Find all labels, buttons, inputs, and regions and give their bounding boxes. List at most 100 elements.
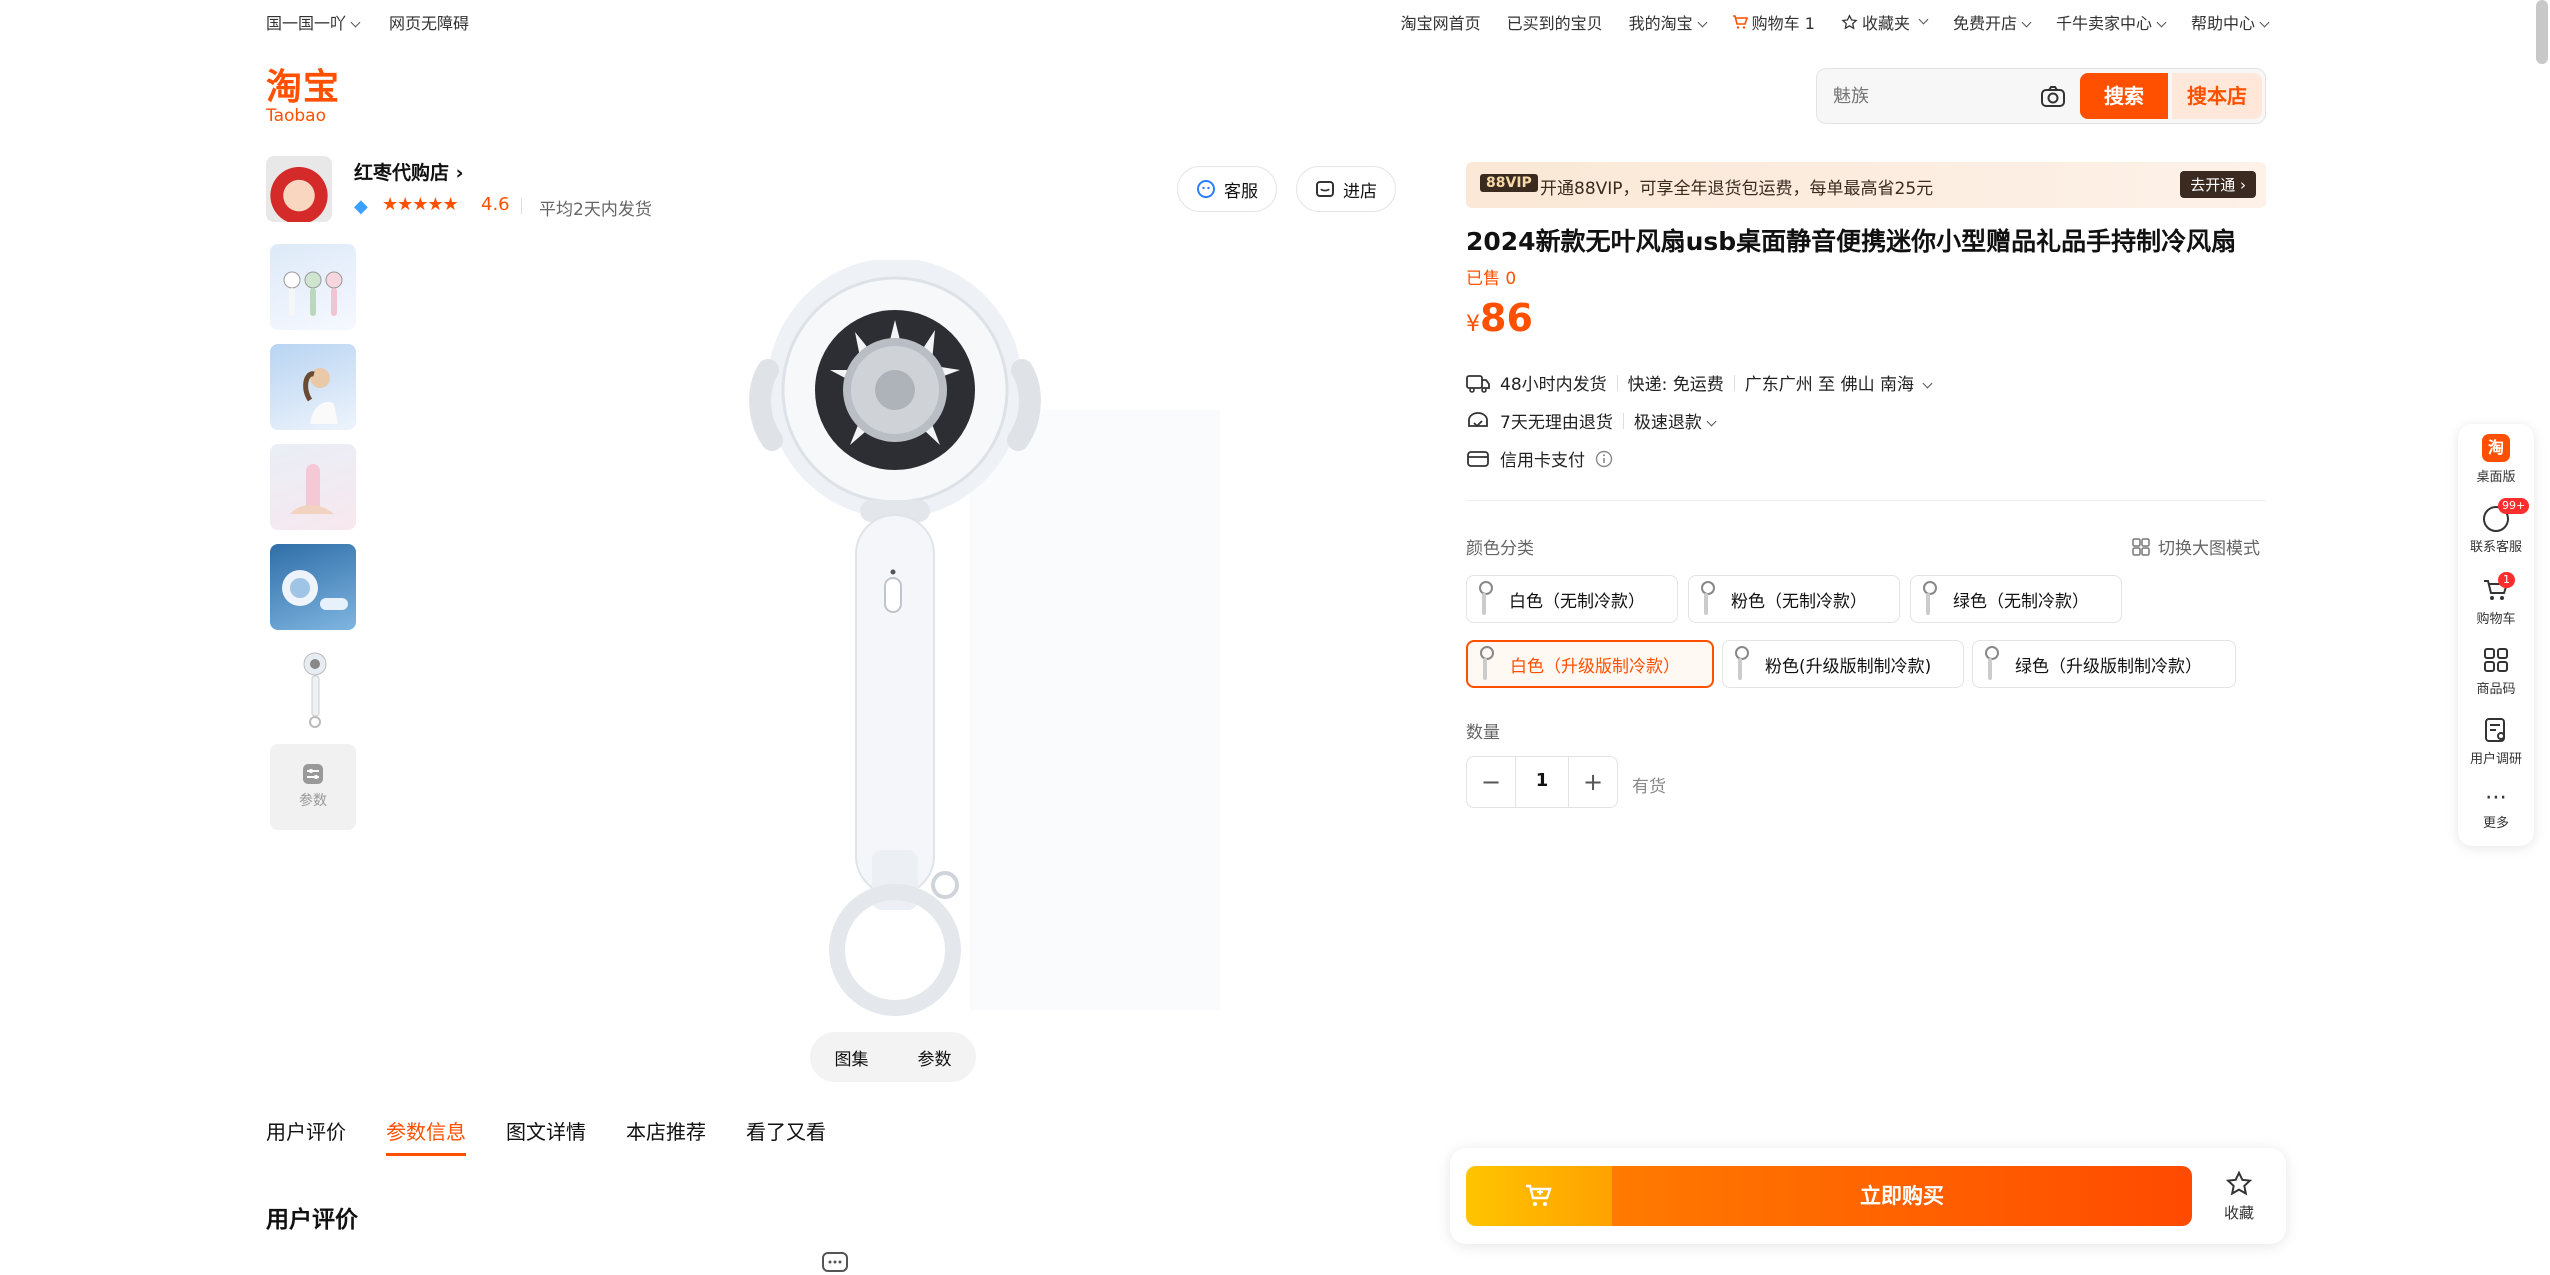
delivery-row: 48小时内发货 快递: 免运费 广东广州 至 佛山 南海 [1466, 370, 1933, 395]
info-icon[interactable] [1595, 450, 1613, 468]
sku-option[interactable]: 粉色（无制冷款） [1688, 575, 1900, 623]
desktop-version-button[interactable]: 淘 桌面版 [2458, 434, 2534, 485]
diamond-icon: ◆ [354, 196, 368, 217]
buy-bar: 立即购买 收藏 [1450, 1148, 2286, 1244]
quantity-stepper: − 1 + [1466, 756, 1618, 808]
params-thumbnail[interactable]: 参数 [270, 744, 356, 830]
product-thumb-icon [1733, 646, 1749, 682]
switch-large-image-mode[interactable]: 切换大图模式 [2132, 534, 2260, 559]
returns-row: 7天无理由退货 极速退款 [1466, 408, 1717, 433]
thumbnail-image[interactable] [270, 644, 356, 730]
bought-link[interactable]: 已买到的宝贝 [1507, 10, 1603, 34]
customer-service-button[interactable]: 客服 [1177, 166, 1277, 212]
help-menu[interactable]: 帮助中心 [2191, 10, 2270, 34]
model-illustration [303, 368, 338, 424]
service-badge: 99+ [2498, 498, 2530, 514]
product-thumb-icon [1478, 646, 1494, 682]
tab-params-info[interactable]: 参数信息 [386, 1116, 466, 1156]
chevron-down-icon [2021, 17, 2032, 28]
product-thumb-icon [1921, 581, 1937, 617]
credit-card-icon [1467, 450, 1489, 467]
open-shop-menu[interactable]: 免费开店 [1953, 10, 2032, 34]
thumbnail-image[interactable] [270, 244, 356, 330]
accessibility-link[interactable]: 网页无障碍 [389, 10, 469, 34]
favorites-menu[interactable]: 收藏夹 [1841, 10, 1929, 34]
enter-shop-button[interactable]: 进店 [1296, 166, 1396, 212]
thumbnail-image[interactable] [270, 344, 356, 430]
quantity-value[interactable]: 1 [1515, 756, 1569, 808]
section-title: 用户评价 [266, 1207, 358, 1233]
price: ¥86 [1466, 296, 1533, 340]
sku-option-selected[interactable]: 白色（升级版制冷款） [1466, 640, 1714, 688]
ship-route-selector[interactable]: 广东广州 至 佛山 南海 [1745, 370, 1933, 395]
chevron-down-icon [2156, 17, 2167, 28]
detail-tabs: 用户评价 参数信息 图文详情 本店推荐 看了又看 [266, 1116, 826, 1156]
chevron-right-icon: › [455, 162, 464, 184]
taobao-logo[interactable]: 淘宝 Taobao [266, 68, 348, 125]
shop-avatar[interactable] [266, 156, 332, 222]
main-product-image[interactable] [660, 258, 1280, 1020]
refund-selector[interactable]: 极速退款 [1634, 408, 1717, 433]
shop-icon [1316, 181, 1334, 197]
chevron-down-icon [1697, 17, 1708, 28]
vip-banner[interactable]: 88VIP 开通88VIP，可享全年退货包运费，每单最高省25元 去开通 › [1466, 162, 2266, 208]
search-button[interactable]: 搜索 [2080, 73, 2168, 119]
truck-icon [1466, 374, 1490, 393]
comment-icon[interactable] [822, 1252, 848, 1274]
shop-name[interactable]: 红枣代购店 › [354, 158, 463, 185]
more-button[interactable]: ⋯ 更多 [2458, 785, 2534, 832]
cart-icon [1526, 1184, 1552, 1206]
chevron-down-icon [1922, 378, 1933, 389]
product-thumb-icon [1983, 646, 1999, 682]
vip-open-button[interactable]: 去开通 › [2180, 171, 2256, 198]
params-icon [303, 764, 323, 784]
color-label: 颜色分类 [1466, 539, 1534, 559]
tab-details[interactable]: 图文详情 [506, 1116, 586, 1156]
my-taobao-menu[interactable]: 我的淘宝 [1629, 10, 1708, 34]
buy-now-button[interactable]: 立即购买 [1612, 1166, 2192, 1226]
divider [1622, 412, 1624, 429]
tab-shop-recommend[interactable]: 本店推荐 [626, 1116, 706, 1156]
search-shop-button[interactable]: 搜本店 [2172, 73, 2262, 119]
region-selector[interactable]: 国一国一吖 [266, 10, 361, 34]
sku-option[interactable]: 粉色(升级版制制冷款) [1722, 640, 1964, 688]
product-code-button[interactable]: 商品码 [2458, 646, 2534, 697]
sku-option[interactable]: 绿色（无制冷款） [1910, 575, 2122, 623]
right-sidebar: 淘 桌面版 99+ 联系客服 1 购物车 商品码 用户调研 ⋯ 更多 [2458, 424, 2534, 846]
cart-link[interactable]: 购物车 1 [1732, 10, 1815, 34]
home-link[interactable]: 淘宝网首页 [1401, 10, 1481, 34]
tab-reviews[interactable]: 用户评价 [266, 1116, 346, 1156]
star-icon [2225, 1170, 2253, 1196]
contact-service-button[interactable]: 99+ 联系客服 [2458, 498, 2534, 555]
cart-badge: 1 [2498, 572, 2515, 588]
thumbnail-list: 参数 [270, 244, 356, 844]
chevron-down-icon [2259, 17, 2270, 28]
sku-option[interactable]: 白色（无制冷款） [1466, 575, 1678, 623]
thumbnail-image[interactable] [270, 544, 356, 630]
shop-rating: 4.6 [481, 194, 510, 215]
vip-badge: 88VIP [1480, 174, 1538, 192]
thumbnail-image[interactable] [270, 444, 356, 530]
chevron-down-icon [1918, 14, 1929, 24]
tab-params[interactable]: 参数 [918, 1045, 952, 1070]
sold-count: 已售 0 [1466, 269, 1517, 289]
seller-center-menu[interactable]: 千牛卖家中心 [2056, 10, 2167, 34]
user-survey-button[interactable]: 用户调研 [2458, 716, 2534, 767]
sidebar-cart-button[interactable]: 1 购物车 [2458, 572, 2534, 627]
favorite-button[interactable]: 收藏 [2210, 1170, 2268, 1223]
search-box: 搜索 搜本店 [1816, 68, 2266, 124]
search-input[interactable] [1833, 81, 2013, 111]
tab-album[interactable]: 图集 [835, 1045, 869, 1070]
shop-info: 红枣代购店 › ◆ ★★★★★ 4.6 平均2天内发货 [266, 156, 686, 224]
service-icon [1197, 180, 1215, 198]
plus-button[interactable]: + [1569, 768, 1617, 796]
camera-icon[interactable] [2039, 83, 2067, 111]
stock-status: 有货 [1632, 777, 1666, 797]
more-icon: ⋯ [2485, 785, 2507, 810]
sku-option[interactable]: 绿色（升级版制制冷款） [1972, 640, 2236, 688]
minus-button[interactable]: − [1467, 768, 1515, 796]
page-scrollbar[interactable] [2536, 0, 2548, 64]
vip-text: 开通88VIP，可享全年退货包运费，每单最高省25元 [1540, 179, 1934, 199]
add-to-cart-button[interactable] [1466, 1166, 1612, 1226]
tab-also-viewed[interactable]: 看了又看 [746, 1116, 826, 1156]
